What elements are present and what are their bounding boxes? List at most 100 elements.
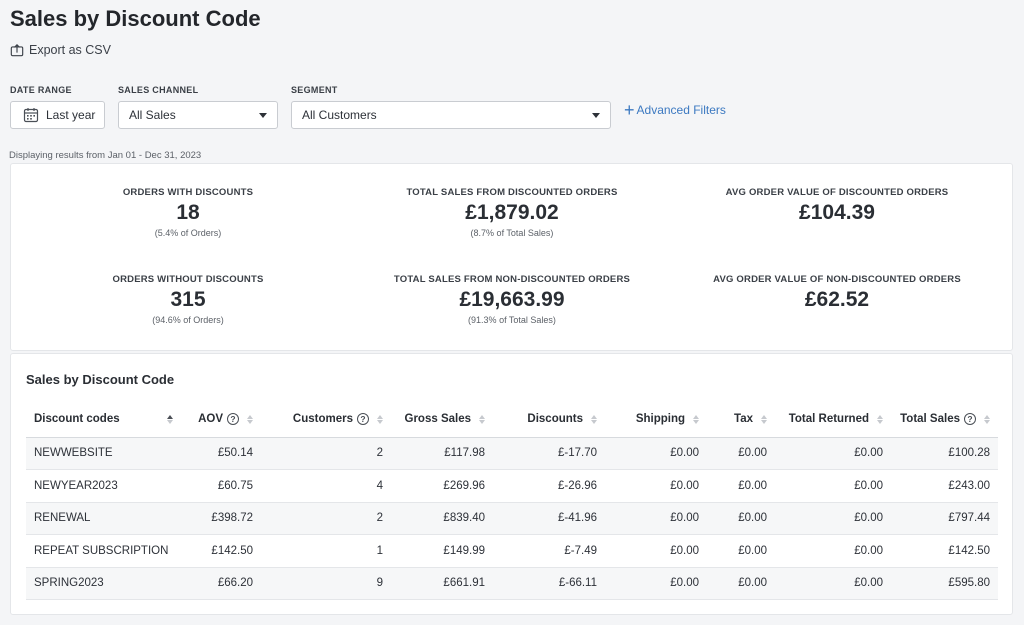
sort-icon [247,414,253,424]
cell-total-sales: £142.50 [891,534,998,568]
cell-aov: £398.72 [181,502,261,535]
table-title: Sales by Discount Code [26,372,175,387]
sales-channel-value: All Sales [129,108,176,122]
cell-total-returned: £0.00 [775,534,891,568]
stat-subtext: (91.3% of Total Sales) [468,315,556,325]
stat-label: AVG ORDER VALUE OF NON-DISCOUNTED ORDERS [713,274,961,285]
cell-discount-code: SPRING2023 [26,567,181,600]
sort-icon [479,414,485,424]
column-header-shipping[interactable]: Shipping [605,402,707,438]
segment-label: SEGMENT [291,85,338,95]
stat-value: £62.52 [804,288,870,311]
column-header-discounts[interactable]: Discounts [493,402,605,438]
column-header-label: Gross Sales [404,413,471,426]
stat-non-discounted-sales: TOTAL SALES FROM NON-DISCOUNTED ORDERS £… [347,274,677,325]
cell-total-sales: £243.00 [891,469,998,503]
cell-discount-code: NEWYEAR2023 [26,469,181,503]
help-circle-icon[interactable]: ? [227,413,239,426]
sales-channel-select[interactable]: All Sales [118,101,278,129]
cell-shipping: £0.00 [605,534,707,568]
discount-table-card: Sales by Discount Code Discount codes AO… [10,353,1013,615]
cell-tax: £0.00 [707,534,775,568]
cell-aov: £50.14 [181,437,261,470]
stat-value: 18 [176,201,200,224]
stat-label: TOTAL SALES FROM NON-DISCOUNTED ORDERS [393,274,631,285]
stat-non-discounted-aov: AVG ORDER VALUE OF NON-DISCOUNTED ORDERS… [672,274,1002,312]
column-header-customers[interactable]: Customers ? [261,402,391,438]
cell-discounts: £-17.70 [493,437,605,470]
cell-customers: 9 [261,567,391,600]
table-row: REPEAT SUBSCRIPTION £142.50 1 £149.99 £-… [26,534,998,568]
cell-total-returned: £0.00 [775,437,891,470]
column-header-discount-codes[interactable]: Discount codes [26,402,181,438]
cell-total-returned: £0.00 [775,469,891,503]
stat-value: £104.39 [799,201,875,224]
table-row: NEWWEBSITE £50.14 2 £117.98 £-17.70 £0.0… [26,437,998,470]
sort-icon [377,414,383,424]
stat-discounted-sales: TOTAL SALES FROM DISCOUNTED ORDERS £1,87… [347,187,677,238]
cell-discount-code: RENEWAL [26,502,181,535]
sort-icon [761,414,767,424]
stat-discounted-aov: AVG ORDER VALUE OF DISCOUNTED ORDERS £10… [672,187,1002,225]
page-title: Sales by Discount Code [10,6,261,31]
sort-icon [167,414,173,424]
advanced-filters-link[interactable]: + Advanced Filters [624,100,726,120]
column-header-gross-sales[interactable]: Gross Sales [391,402,493,438]
column-header-total-returned[interactable]: Total Returned [775,402,891,438]
sort-icon [591,414,597,424]
cell-tax: £0.00 [707,437,775,470]
column-header-label: Discounts [527,413,583,426]
stat-value: £1,879.02 [465,201,559,224]
cell-tax: £0.00 [707,469,775,503]
cell-gross-sales: £661.91 [391,567,493,600]
cell-discounts: £-41.96 [493,502,605,535]
cell-total-returned: £0.00 [775,502,891,535]
cell-customers: 4 [261,469,391,503]
cell-discount-code: REPEAT SUBSCRIPTION [26,534,181,568]
help-circle-icon[interactable]: ? [964,413,976,426]
sort-icon [984,414,990,424]
sort-icon [877,414,883,424]
column-header-aov[interactable]: AOV ? [181,402,261,438]
stat-label: ORDERS WITHOUT DISCOUNTS [112,274,264,285]
help-circle-icon[interactable]: ? [357,413,369,426]
cell-shipping: £0.00 [605,502,707,535]
cell-gross-sales: £149.99 [391,534,493,568]
cell-tax: £0.00 [707,502,775,535]
cell-total-returned: £0.00 [775,567,891,600]
cell-customers: 1 [261,534,391,568]
chevron-down-icon [592,112,600,118]
stat-value: 315 [170,288,206,311]
summary-stats-card: ORDERS WITH DISCOUNTS 18 (5.4% of Orders… [10,163,1013,351]
stat-label: TOTAL SALES FROM DISCOUNTED ORDERS [406,187,618,198]
table-row: RENEWAL £398.72 2 £839.40 £-41.96 £0.00 … [26,502,998,535]
stat-subtext: (8.7% of Total Sales) [470,228,554,238]
segment-select[interactable]: All Customers [291,101,611,129]
column-header-label: Total Sales [900,413,960,426]
sales-channel-label: SALES CHANNEL [118,85,199,95]
stat-subtext: (94.6% of Orders) [152,315,224,325]
cell-aov: £66.20 [181,567,261,600]
discount-codes-table: Discount codes AOV ? Customers ? Gross S… [26,402,998,600]
column-header-total-sales[interactable]: Total Sales ? [891,402,998,438]
cell-gross-sales: £117.98 [391,437,493,470]
stat-value: £19,663.99 [459,288,565,311]
stat-subtext: (5.4% of Orders) [154,228,222,238]
stat-orders-with-discounts: ORDERS WITH DISCOUNTS 18 (5.4% of Orders… [23,187,353,238]
column-header-label: Customers [292,413,353,426]
sort-icon [693,414,699,424]
date-range-button[interactable]: Last year [10,101,105,129]
chevron-down-icon [259,112,267,118]
stat-label: ORDERS WITH DISCOUNTS [122,187,254,198]
display-range-text: Displaying results from Jan 01 - Dec 31,… [9,150,202,161]
stat-label: AVG ORDER VALUE OF DISCOUNTED ORDERS [725,187,949,198]
column-header-tax[interactable]: Tax [707,402,775,438]
cell-gross-sales: £269.96 [391,469,493,503]
cell-discounts: £-7.49 [493,534,605,568]
cell-tax: £0.00 [707,567,775,600]
export-csv-button[interactable]: Export as CSV [10,43,111,57]
plus-icon: + [624,100,635,120]
cell-discounts: £-66.11 [493,567,605,600]
cell-aov: £60.75 [181,469,261,503]
cell-customers: 2 [261,437,391,470]
